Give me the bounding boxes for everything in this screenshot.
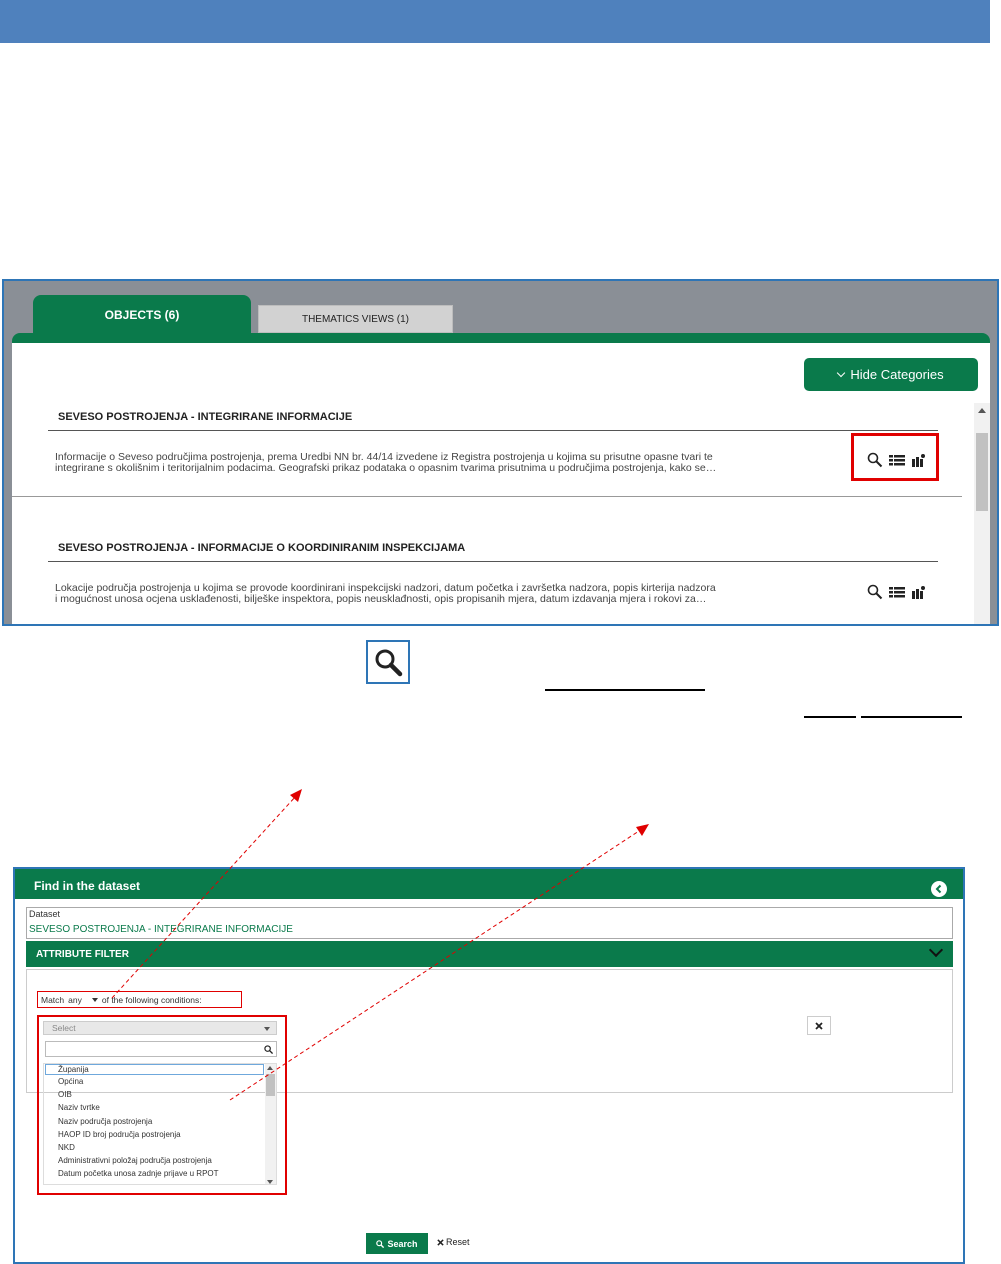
search-icon	[376, 1239, 385, 1248]
tab-objects[interactable]: OBJECTS (6)	[33, 295, 251, 335]
dataset-label: Dataset	[29, 909, 61, 919]
option-item[interactable]: Naziv tvrtke	[44, 1101, 276, 1114]
search-button[interactable]: Search	[366, 1233, 428, 1254]
tab-thematics-views[interactable]: THEMATICS VIEWS (1)	[258, 305, 453, 333]
dataset-description-line: integrirane s okolišnim i teritorijalnim…	[55, 462, 717, 474]
search-button-label: Search	[387, 1238, 418, 1249]
close-icon	[437, 1238, 444, 1246]
search-icon	[264, 1045, 273, 1054]
option-item[interactable]: Datum početka unosa zadnje prijave u RPO…	[44, 1167, 276, 1180]
attribute-select-placeholder: Select	[52, 1023, 76, 1033]
attribute-dropdown-annotation: Select Županija Općina OIB Naziv tvrtke …	[37, 1015, 287, 1195]
dataset-actions	[867, 584, 926, 600]
scrollbar-thumb[interactable]	[266, 1074, 275, 1096]
divider	[48, 561, 938, 562]
scroll-down-arrow-icon[interactable]	[267, 1180, 273, 1184]
divider	[12, 496, 962, 497]
option-item[interactable]: Administrativni položaj područja postroj…	[44, 1154, 276, 1167]
option-item[interactable]: Naziv područja postrojenja	[44, 1115, 276, 1128]
attribute-options-list: Županija Općina OIB Naziv tvrtke Naziv p…	[43, 1063, 277, 1185]
match-prefix: Match	[41, 994, 65, 1005]
option-item[interactable]: NKD	[44, 1141, 276, 1154]
objects-panel: Hide Categories SEVESO POSTROJENJA - INT…	[12, 333, 990, 624]
chevron-down-icon	[928, 942, 944, 958]
match-select-value: any	[68, 994, 82, 1005]
attribute-filter-title: ATTRIBUTE FILTER	[36, 949, 129, 960]
scrollbar-thumb[interactable]	[976, 433, 988, 511]
scroll-up-arrow-icon[interactable]	[267, 1066, 273, 1070]
option-item[interactable]: Županija	[45, 1064, 264, 1075]
match-condition-row: Match any of the following conditions:	[37, 991, 242, 1008]
table-icon[interactable]	[889, 585, 905, 599]
map-icon[interactable]	[911, 453, 926, 468]
table-icon[interactable]	[889, 453, 905, 467]
dataset-actions	[867, 452, 926, 468]
caret-down-icon	[264, 1027, 270, 1031]
chevron-left-icon	[935, 884, 942, 894]
attribute-filter-header[interactable]: ATTRIBUTE FILTER	[26, 941, 953, 967]
find-in-dataset-screenshot: Find in the dataset Dataset SEVESO POSTR…	[13, 867, 965, 1264]
map-icon[interactable]	[911, 585, 926, 600]
hide-categories-button[interactable]: Hide Categories	[804, 358, 978, 391]
hide-categories-label: Hide Categories	[850, 367, 944, 382]
search-icon[interactable]	[867, 452, 883, 468]
page: OBJECTS (6) THEMATICS VIEWS (1) Hide Cat…	[0, 0, 1001, 1264]
dataset-description: Informacije o Seveso područjima postroje…	[55, 452, 785, 474]
list-scrollbar[interactable]	[974, 403, 990, 624]
arrow-head-icon	[290, 789, 302, 802]
dataset-list: SEVESO POSTROJENJA - INTEGRIRANE INFORMA…	[12, 403, 972, 624]
underline	[804, 716, 856, 718]
close-icon	[815, 1021, 823, 1030]
dataset-description-line: i mogućnost unosa ocjena usklađenosti, b…	[55, 593, 707, 605]
back-button[interactable]	[931, 881, 947, 897]
search-icon[interactable]	[867, 584, 883, 600]
option-item[interactable]: Općina	[44, 1075, 276, 1088]
dropdown-search-input[interactable]	[45, 1041, 277, 1057]
match-suffix: of the following conditions:	[101, 994, 202, 1005]
dataset-field: Dataset SEVESO POSTROJENJA - INTEGRIRANE…	[26, 907, 953, 939]
search-icon	[375, 649, 403, 677]
attribute-select[interactable]: Select	[43, 1021, 277, 1035]
remove-condition-button[interactable]	[807, 1016, 831, 1035]
caret-down-icon	[91, 997, 98, 1002]
objects-panel-screenshot: OBJECTS (6) THEMATICS VIEWS (1) Hide Cat…	[2, 279, 999, 626]
dataset-title: SEVESO POSTROJENJA - INTEGRIRANE INFORMA…	[58, 411, 353, 423]
arrow-head-icon	[636, 824, 649, 836]
option-item[interactable]: OIB	[44, 1088, 276, 1101]
document-header-bar	[0, 0, 990, 43]
divider	[48, 430, 938, 431]
options-scrollbar[interactable]	[265, 1064, 276, 1184]
scroll-up-arrow-icon[interactable]	[978, 408, 986, 413]
match-select[interactable]: any	[68, 995, 98, 1005]
underline	[861, 716, 962, 718]
underline	[545, 689, 705, 691]
dataset-title: SEVESO POSTROJENJA - INFORMACIJE O KOORD…	[58, 542, 466, 554]
dataset-description: Lokacije područja postrojenja u kojima s…	[55, 583, 785, 605]
reset-button-label: Reset	[446, 1237, 470, 1247]
chevron-down-icon	[837, 368, 846, 378]
search-icon-illustration	[366, 640, 410, 684]
find-panel-title: Find in the dataset	[34, 879, 141, 893]
option-item[interactable]: HAOP ID broj područja postrojenja	[44, 1128, 276, 1141]
dataset-value: SEVESO POSTROJENJA - INTEGRIRANE INFORMA…	[29, 924, 293, 935]
reset-button[interactable]: Reset	[437, 1237, 470, 1247]
find-panel-header: Find in the dataset	[15, 869, 963, 899]
